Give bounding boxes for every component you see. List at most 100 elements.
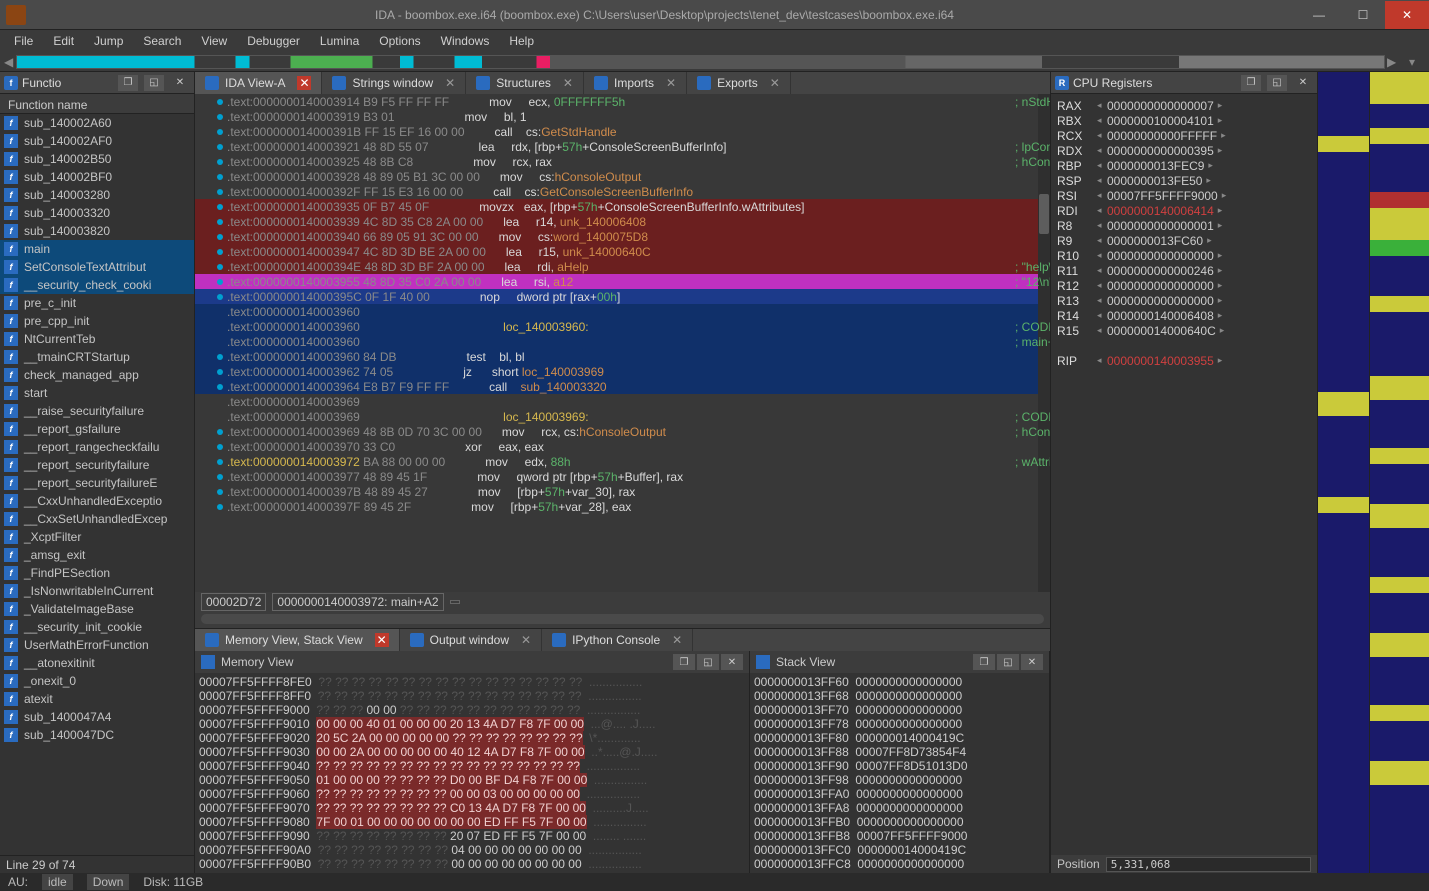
panel-close-button[interactable]: ✕ bbox=[170, 75, 190, 91]
maximize-button[interactable]: ☐ bbox=[1341, 1, 1385, 29]
disasm-line[interactable]: .text:0000000140003969 bbox=[195, 394, 1038, 409]
function-row[interactable]: fpre_c_init bbox=[0, 294, 194, 312]
memory-row[interactable]: 00007FF5FFFF9040 ?? ?? ?? ?? ?? ?? ?? ??… bbox=[199, 759, 745, 773]
stack-restore-button[interactable]: ❐ bbox=[973, 654, 995, 670]
register-row[interactable]: RBX◂0000000100004101▸ bbox=[1057, 113, 1311, 128]
function-row[interactable]: fNtCurrentTeb bbox=[0, 330, 194, 348]
function-row[interactable]: f__security_init_cookie bbox=[0, 618, 194, 636]
register-row[interactable]: R12◂0000000000000000▸ bbox=[1057, 278, 1311, 293]
memory-row[interactable]: 00007FF5FFFF9020 20 5C 2A 00 00 00 00 00… bbox=[199, 731, 745, 745]
memory-row[interactable]: 00007FF5FFFF8FE0 ?? ?? ?? ?? ?? ?? ?? ??… bbox=[199, 675, 745, 689]
disasm-line[interactable]: .text:0000000140003921 48 8D 55 07 lea r… bbox=[195, 139, 1038, 154]
disasm-line[interactable]: .text:000000014000392F FF 15 E3 16 00 00… bbox=[195, 184, 1038, 199]
function-row[interactable]: fsub_140003320 bbox=[0, 204, 194, 222]
register-row[interactable]: R10◂0000000000000000▸ bbox=[1057, 248, 1311, 263]
register-row[interactable]: RAX◂0000000000000007▸ bbox=[1057, 98, 1311, 113]
panel-restore-button[interactable]: ❐ bbox=[118, 75, 138, 91]
disasm-line[interactable]: .text:0000000140003928 48 89 05 B1 3C 00… bbox=[195, 169, 1038, 184]
tab-close-icon[interactable]: ✕ bbox=[375, 633, 389, 647]
memory-row[interactable]: 00007FF5FFFF9000 ?? ?? ?? 00 00 ?? ?? ??… bbox=[199, 703, 745, 717]
stack-close-button[interactable]: ✕ bbox=[1021, 654, 1043, 670]
register-row[interactable]: R8◂0000000000000001▸ bbox=[1057, 218, 1311, 233]
stack-row[interactable]: 0000000013FF68 0000000000000000 bbox=[754, 689, 1045, 703]
stack-popout-button[interactable]: ◱ bbox=[997, 654, 1019, 670]
nav-dropdown-icon[interactable]: ▾ bbox=[1399, 55, 1425, 69]
breakpoint-dot[interactable] bbox=[217, 429, 223, 435]
memory-row[interactable]: 00007FF5FFFF9010 00 00 00 40 01 00 00 00… bbox=[199, 717, 745, 731]
tab-close-icon[interactable]: ✕ bbox=[297, 76, 311, 90]
function-row[interactable]: fsub_140002AF0 bbox=[0, 132, 194, 150]
function-row[interactable]: fsub_140002BF0 bbox=[0, 168, 194, 186]
mem-popout-button[interactable]: ◱ bbox=[697, 654, 719, 670]
nav-overview[interactable]: ◀ ▶ ▾ bbox=[0, 52, 1429, 72]
function-row[interactable]: f__security_check_cooki bbox=[0, 276, 194, 294]
register-row[interactable]: RBP◂0000000013FEC9▸ bbox=[1057, 158, 1311, 173]
menu-edit[interactable]: Edit bbox=[43, 31, 84, 51]
register-row[interactable]: R14◂0000000140006408▸ bbox=[1057, 308, 1311, 323]
register-row[interactable]: R15◂000000014000640C▸ bbox=[1057, 323, 1311, 338]
position-input[interactable] bbox=[1106, 857, 1311, 872]
memory-row[interactable]: 00007FF5FFFF9050 01 00 00 00 ?? ?? ?? ??… bbox=[199, 773, 745, 787]
panel-popout-button[interactable]: ◱ bbox=[144, 75, 164, 91]
menu-view[interactable]: View bbox=[191, 31, 237, 51]
close-button[interactable]: ✕ bbox=[1385, 1, 1429, 29]
breakpoint-dot[interactable] bbox=[217, 294, 223, 300]
function-row[interactable]: f_amsg_exit bbox=[0, 546, 194, 564]
register-row[interactable]: R9◂0000000013FC60▸ bbox=[1057, 233, 1311, 248]
disasm-slider[interactable] bbox=[195, 612, 1050, 628]
nav-bar[interactable] bbox=[16, 55, 1385, 69]
breakpoint-dot[interactable] bbox=[217, 489, 223, 495]
stack-row[interactable]: 0000000013FF60 0000000000000000 bbox=[754, 675, 1045, 689]
stack-row[interactable]: 0000000013FF70 0000000000000000 bbox=[754, 703, 1045, 717]
tab-close-icon[interactable]: ✕ bbox=[563, 76, 573, 90]
breakpoint-dot[interactable] bbox=[217, 174, 223, 180]
disasm-line[interactable]: .text:0000000140003935 0F B7 45 0F movzx… bbox=[195, 199, 1038, 214]
disasm-line[interactable]: .text:0000000140003969 48 8B 0D 70 3C 00… bbox=[195, 424, 1038, 439]
memory-row[interactable]: 00007FF5FFFF9060 ?? ?? ?? ?? ?? ?? ?? ??… bbox=[199, 787, 745, 801]
disasm-line[interactable]: .text:000000014000391B FF 15 EF 16 00 00… bbox=[195, 124, 1038, 139]
stack-row[interactable]: 0000000013FF88 00007FF8D73854F4 bbox=[754, 745, 1045, 759]
disasm-line[interactable]: .text:000000014000397F 89 45 2F mov [rbp… bbox=[195, 499, 1038, 514]
regs-popout-button[interactable]: ◱ bbox=[1267, 75, 1287, 91]
function-row[interactable]: fSetConsoleTextAttribut bbox=[0, 258, 194, 276]
stack-row[interactable]: 0000000013FFA0 0000000000000000 bbox=[754, 787, 1045, 801]
menu-help[interactable]: Help bbox=[499, 31, 544, 51]
function-row[interactable]: f__CxxSetUnhandledExcep bbox=[0, 510, 194, 528]
function-row[interactable]: f_IsNonwritableInCurrent bbox=[0, 582, 194, 600]
tab-exports[interactable]: Exports✕ bbox=[687, 72, 791, 94]
function-row[interactable]: fpre_cpp_init bbox=[0, 312, 194, 330]
tab-close-icon[interactable]: ✕ bbox=[666, 76, 676, 90]
disasm-line[interactable]: .text:0000000140003969 loc_140003969:; C… bbox=[195, 409, 1038, 424]
trace-overview[interactable] bbox=[1317, 72, 1429, 873]
breakpoint-dot[interactable] bbox=[217, 354, 223, 360]
tab-close-icon[interactable]: ✕ bbox=[521, 633, 531, 647]
disasm-line[interactable]: .text:0000000140003955 48 8D 35 C0 2A 00… bbox=[195, 274, 1038, 289]
function-row[interactable]: f__report_rangecheckfailu bbox=[0, 438, 194, 456]
register-row[interactable] bbox=[1057, 338, 1311, 353]
breakpoint-dot[interactable] bbox=[217, 249, 223, 255]
stack-row[interactable]: 0000000013FFB0 0000000000000000 bbox=[754, 815, 1045, 829]
function-row[interactable]: fsub_140002B50 bbox=[0, 150, 194, 168]
stack-row[interactable]: 0000000013FFB8 00007FF5FFFF9000 bbox=[754, 829, 1045, 843]
register-row[interactable]: RDI◂0000000140006414▸ bbox=[1057, 203, 1311, 218]
disasm-line[interactable]: .text:0000000140003970 33 C0 xor eax, ea… bbox=[195, 439, 1038, 454]
function-row[interactable]: f__report_securityfailure bbox=[0, 456, 194, 474]
disasm-line[interactable]: .text:0000000140003960 bbox=[195, 304, 1038, 319]
stack-row[interactable]: 0000000013FF80 000000014000419C bbox=[754, 731, 1045, 745]
register-row[interactable]: R11◂0000000000000246▸ bbox=[1057, 263, 1311, 278]
register-row[interactable]: R13◂0000000000000000▸ bbox=[1057, 293, 1311, 308]
stack-row[interactable]: 0000000013FF90 00007FF8D51013D0 bbox=[754, 759, 1045, 773]
menu-options[interactable]: Options bbox=[369, 31, 430, 51]
function-row[interactable]: fUserMathErrorFunction bbox=[0, 636, 194, 654]
stack-row[interactable]: 0000000013FF98 0000000000000000 bbox=[754, 773, 1045, 787]
memory-row[interactable]: 00007FF5FFFF9070 ?? ?? ?? ?? ?? ?? ?? ??… bbox=[199, 801, 745, 815]
function-row[interactable]: fatexit bbox=[0, 690, 194, 708]
stack-row[interactable]: 0000000013FF78 0000000000000000 bbox=[754, 717, 1045, 731]
function-row[interactable]: f__raise_securityfailure bbox=[0, 402, 194, 420]
nav-right-icon[interactable]: ▶ bbox=[1387, 55, 1397, 69]
memory-row[interactable]: 00007FF5FFFF90A0 ?? ?? ?? ?? ?? ?? ?? ??… bbox=[199, 843, 745, 857]
regs-restore-button[interactable]: ❐ bbox=[1241, 75, 1261, 91]
breakpoint-dot[interactable] bbox=[217, 114, 223, 120]
function-row[interactable]: fsub_140002A60 bbox=[0, 114, 194, 132]
stack-row[interactable]: 0000000013FFA8 0000000000000000 bbox=[754, 801, 1045, 815]
